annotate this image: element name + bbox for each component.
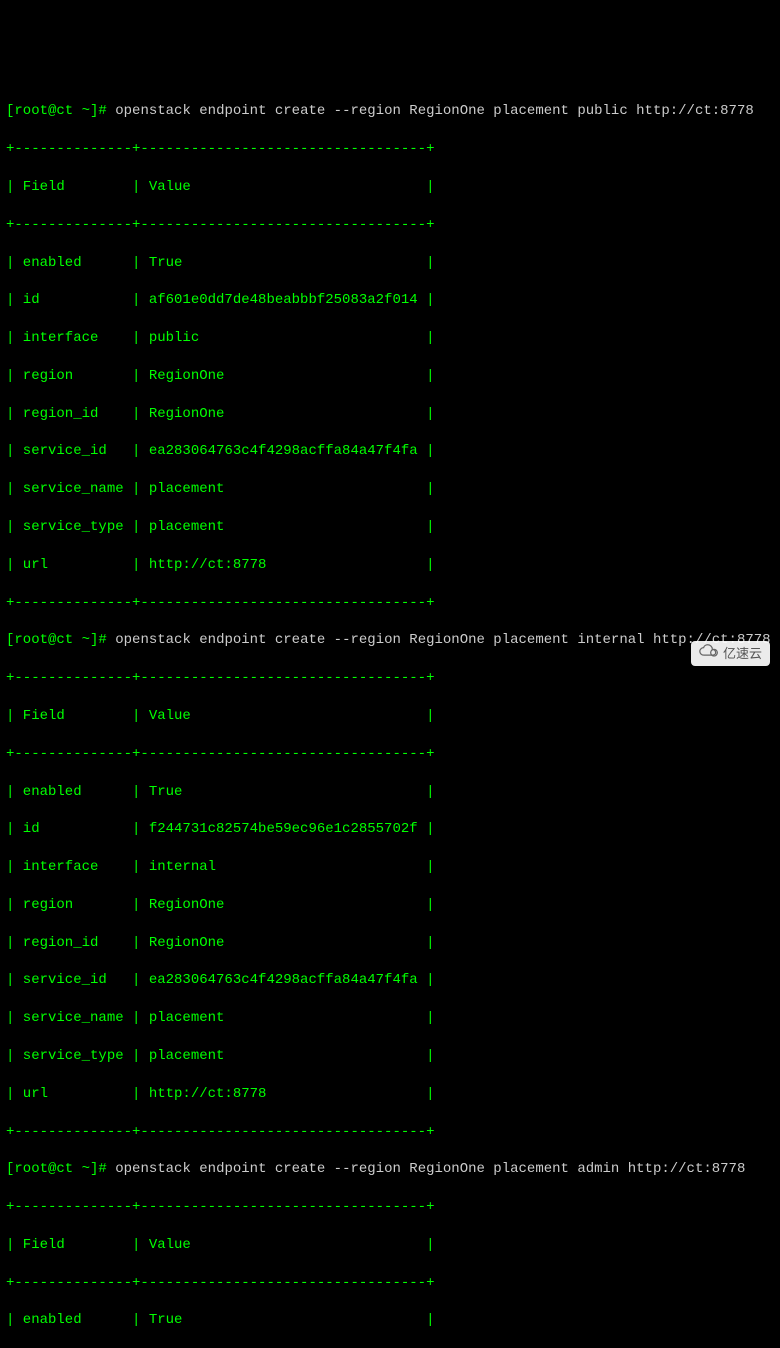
- table-row: | id | f244731c82574be59ec96e1c2855702f …: [6, 820, 774, 839]
- table-border: +--------------+------------------------…: [6, 669, 774, 688]
- cloud-icon: [699, 644, 719, 663]
- command-line-3: [root@ct ~]# openstack endpoint create -…: [6, 1160, 774, 1179]
- table-row: | service_name | placement |: [6, 480, 774, 499]
- prompt-close: ]#: [90, 103, 115, 119]
- table-row: | service_id | ea283064763c4f4298acffa84…: [6, 971, 774, 990]
- table-row: | enabled | True |: [6, 254, 774, 273]
- table-border: +--------------+------------------------…: [6, 216, 774, 235]
- prompt-tilde: ~: [82, 1161, 90, 1177]
- table-row: | enabled | True |: [6, 1311, 774, 1330]
- table-border: +--------------+------------------------…: [6, 594, 774, 613]
- table-row: | enabled | True |: [6, 783, 774, 802]
- table-row: | region | RegionOne |: [6, 896, 774, 915]
- prompt-tilde: ~: [82, 103, 90, 119]
- terminal-output: [root@ct ~]# openstack endpoint create -…: [6, 84, 774, 1348]
- table-row: | url | http://ct:8778 |: [6, 556, 774, 575]
- table-row: | url | http://ct:8778 |: [6, 1085, 774, 1104]
- table-header: | Field | Value |: [6, 1236, 774, 1255]
- prompt-user-host: [root@ct: [6, 103, 82, 119]
- prompt-close: ]#: [90, 1161, 115, 1177]
- table-row: | interface | internal |: [6, 858, 774, 877]
- command-text: openstack endpoint create --region Regio…: [115, 103, 754, 119]
- table-row: | service_name | placement |: [6, 1009, 774, 1028]
- table-row: | interface | public |: [6, 329, 774, 348]
- prompt-close: ]#: [90, 632, 115, 648]
- watermark-text: 亿速云: [723, 645, 762, 663]
- table-row: | region_id | RegionOne |: [6, 934, 774, 953]
- table-border: +--------------+------------------------…: [6, 140, 774, 159]
- table-header: | Field | Value |: [6, 707, 774, 726]
- table-border: +--------------+------------------------…: [6, 1123, 774, 1142]
- table-border: +--------------+------------------------…: [6, 1198, 774, 1217]
- table-row: | service_type | placement |: [6, 518, 774, 537]
- watermark: 亿速云: [691, 641, 770, 666]
- table-border: +--------------+------------------------…: [6, 745, 774, 764]
- prompt-tilde: ~: [82, 632, 90, 648]
- table-border: +--------------+------------------------…: [6, 1274, 774, 1293]
- command-text: openstack endpoint create --region Regio…: [115, 1161, 745, 1177]
- table-row: | service_type | placement |: [6, 1047, 774, 1066]
- prompt-user-host: [root@ct: [6, 1161, 82, 1177]
- command-line-2: [root@ct ~]# openstack endpoint create -…: [6, 631, 774, 650]
- table-row: | region_id | RegionOne |: [6, 405, 774, 424]
- command-line-1: [root@ct ~]# openstack endpoint create -…: [6, 102, 774, 121]
- table-row: | id | af601e0dd7de48beabbbf25083a2f014 …: [6, 291, 774, 310]
- table-row: | region | RegionOne |: [6, 367, 774, 386]
- command-text: openstack endpoint create --region Regio…: [115, 632, 770, 648]
- prompt-user-host: [root@ct: [6, 632, 82, 648]
- table-row: | service_id | ea283064763c4f4298acffa84…: [6, 442, 774, 461]
- table-header: | Field | Value |: [6, 178, 774, 197]
